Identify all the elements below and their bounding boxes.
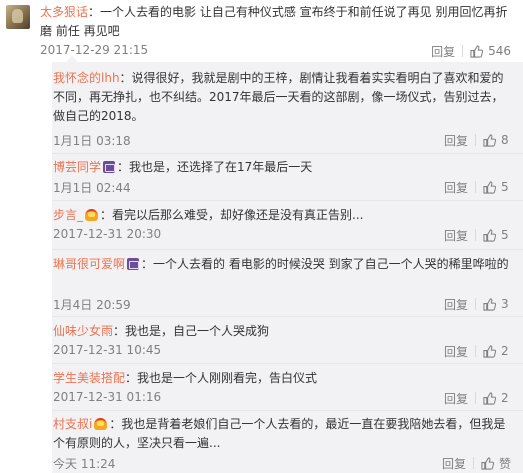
thumbs-up-icon [483,228,496,242]
comment-body: 太多狠话：一个人去看的电影 让自己有种仪式感 宣布终于和前任说了再见 别用回忆再… [40,3,518,41]
reply-actions: 回复 2 [444,343,511,359]
reply-username[interactable]: 我怀念的lhh [53,71,120,85]
reply-username[interactable]: 学生美装搭配 [53,371,125,385]
thumbs-up-icon [470,44,484,58]
like-button[interactable]: 5 [483,228,511,242]
like-button[interactable]: 赞 [481,455,511,472]
like-count: 3 [501,297,509,311]
reply-text: ：说得很好，我就是剧中的王梓，剧情让我看着实实看明白了喜欢和爱的不同，再无挣扎，… [53,71,504,123]
vip-crown-icon [94,418,108,430]
reply-time: 1月4日 20:59 [53,298,131,312]
reply-body: 琳哥很可爱啊 ：一个人去看的 看电影的时候没哭 到家了自己一个人哭的稀里哗啦的 [53,255,515,274]
action-divider [475,229,476,241]
reply-time: 2017-12-31 20:30 [53,227,162,241]
action-divider [475,345,476,357]
reply-username[interactable]: 博芸同学 [53,160,101,174]
list-item: 博芸同学 ：我也是，还选择了在17年最后一天 1月1日 02:44 回复 5 [52,154,523,198]
reply-text: ：我也是一个人刚刚看完，告白仪式 [125,371,318,385]
like-button[interactable]: 3 [483,297,511,311]
reply-list: 我怀念的lhh：说得很好，我就是剧中的王梓，剧情让我看着实实看明白了喜欢和爱的不… [52,56,523,473]
member-badge-icon [127,258,140,270]
reply-body: 仙味少女雨：我也是，自己一个人哭成狗 [53,322,515,341]
reply-actions: 回复 5 [444,227,511,243]
reply-button[interactable]: 回复 [444,227,468,244]
list-item: 村支叔i ：我也是背着老娘们自己一个人去看的，最近一直在要我陪她去看，但我是个有原… [52,411,523,473]
avatar[interactable] [6,5,30,29]
reply-username[interactable]: 琳哥很可爱啊 [53,257,125,271]
reply-time: 今天 11:24 [53,457,116,471]
reply-body: 学生美装搭配：我也是一个人刚刚看完，告白仪式 [53,369,515,388]
reply-body: 博芸同学 ：我也是，还选择了在17年最后一天 [53,158,515,177]
action-divider [475,134,476,146]
list-item: 步言_ ：看完以后那么难受，却好像还是没有真正告别... 2017-12-31 2… [52,201,523,247]
thumbs-up-icon [483,180,496,194]
reply-time: 1月1日 02:44 [53,181,131,195]
thumbs-up-icon [483,133,496,147]
like-count: 546 [488,44,511,58]
like-button[interactable]: 2 [483,391,511,405]
comment-actions: 回复 546 [431,43,511,59]
reply-text: ：我也是，还选择了在17年最后一天 [117,160,313,174]
like-button[interactable]: 546 [470,44,511,58]
reply-body: 步言_ ：看完以后那么难受，却好像还是没有真正告别... [53,206,515,225]
reply-body: 村支叔i ：我也是背着老娘们自己一个人去看的，最近一直在要我陪她去看，但我是个有原… [53,415,515,453]
like-count: 赞 [498,456,511,471]
like-count: 2 [501,344,509,358]
reply-button[interactable]: 回复 [444,296,468,313]
main-comment: 太多狠话：一个人去看的电影 让自己有种仪式感 宣布终于和前任说了再见 别用回忆再… [0,0,523,62]
vip-crown-icon [85,209,99,221]
like-count: 5 [501,228,509,242]
action-divider [475,392,476,404]
reply-time: 2017-12-31 01:16 [53,390,162,404]
reply-time: 2017-12-31 10:45 [53,343,162,357]
reply-actions: 回复 8 [444,132,511,148]
action-divider [472,457,474,469]
reply-time: 1月1日 03:18 [53,134,131,148]
list-item: 我怀念的lhh：说得很好，我就是剧中的王梓，剧情让我看着实实看明白了喜欢和爱的不… [52,62,523,151]
reply-text: ：我也是背着老娘们自己一个人去看的，最近一直在要我陪她去看，但我是个有原则的人，… [53,417,506,450]
thumbs-up-icon [483,344,496,358]
reply-text: ：我也是，自己一个人哭成狗 [113,324,270,338]
reply-button[interactable]: 回复 [442,455,466,472]
action-divider [475,181,476,193]
reply-actions: 回复 赞 [442,455,511,471]
reply-username[interactable]: 村支叔i [53,417,92,431]
reply-button[interactable]: 回复 [444,132,468,149]
like-button[interactable]: 8 [483,133,511,147]
action-divider [462,45,464,57]
like-button[interactable]: 5 [483,180,511,194]
list-item: 仙味少女雨：我也是，自己一个人哭成狗 2017-12-31 10:45 回复 2 [52,317,523,362]
reply-actions: 回复 2 [444,390,511,406]
member-badge-icon [103,161,116,173]
list-item: 学生美装搭配：我也是一个人刚刚看完，告白仪式 2017-12-31 01:16 … [52,364,523,409]
reply-button[interactable]: 回复 [444,179,468,196]
reply-username[interactable]: 步言_ [53,208,83,222]
action-divider [475,298,476,310]
like-count: 8 [501,133,509,147]
comment-username[interactable]: 太多狠话 [40,5,88,19]
reply-body: 我怀念的lhh：说得很好，我就是剧中的王梓，剧情让我看着实实看明白了喜欢和爱的不… [53,69,515,126]
thumbs-up-icon [481,456,494,470]
list-item: 琳哥很可爱啊 ：一个人去看的 看电影的时候没哭 到家了自己一个人哭的稀里哗啦的 1… [52,250,523,315]
comment-text: ：一个人去看的电影 让自己有种仪式感 宣布终于和前任说了再见 别用回忆再折磨 前… [40,5,508,38]
like-button[interactable]: 2 [483,344,511,358]
reply-username[interactable]: 仙味少女雨 [53,324,113,338]
reply-button[interactable]: 回复 [444,343,468,360]
reply-actions: 回复 5 [444,179,511,195]
reply-text: ：一个人去看的 看电影的时候没哭 到家了自己一个人哭的稀里哗啦的 [141,257,509,271]
reply-button[interactable]: 回复 [431,43,455,60]
thumbs-up-icon [483,391,496,405]
reply-button[interactable]: 回复 [444,390,468,407]
like-count: 2 [501,391,509,405]
reply-text: ：看完以后那么难受，却好像还是没有真正告别... [100,208,364,222]
like-count: 5 [501,180,509,194]
reply-actions: 回复 3 [444,296,511,312]
comment-time: 2017-12-29 21:15 [40,43,149,57]
thumbs-up-icon [483,297,496,311]
